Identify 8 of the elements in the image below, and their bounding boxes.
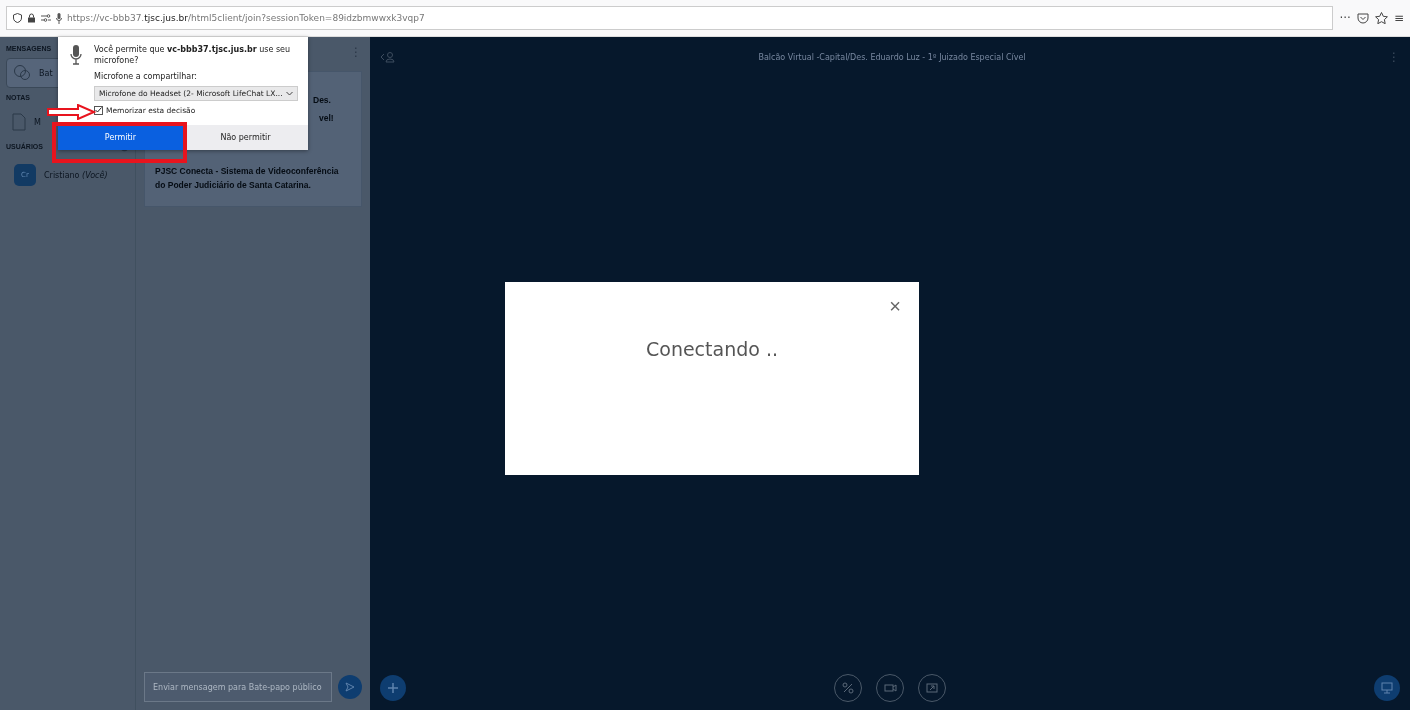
url-text: https://vc-bbb37.tjsc.jus.br/html5client/join?sessionToken=89idzbmwwxk3vqp7 (67, 13, 425, 23)
message-fragment: vel! (319, 111, 335, 125)
welcome-text: PJSC Conecta - Sistema de Videoconferência do Poder Judiciário de Santa Catarina. (155, 165, 340, 192)
connecting-message: Conectando .. (645, 338, 779, 360)
device-label: Microfone a compartilhar: (94, 71, 198, 81)
meeting-title: Balcão Virtual -Capital/Des. Eduardo Luz - 1º Juizado Especial Cível (758, 52, 1026, 62)
message-fragment: Des. (313, 94, 332, 107)
permission-question: Você permite que vc-bbb37.tjsc.jus.br use seu microfone? (94, 45, 292, 67)
